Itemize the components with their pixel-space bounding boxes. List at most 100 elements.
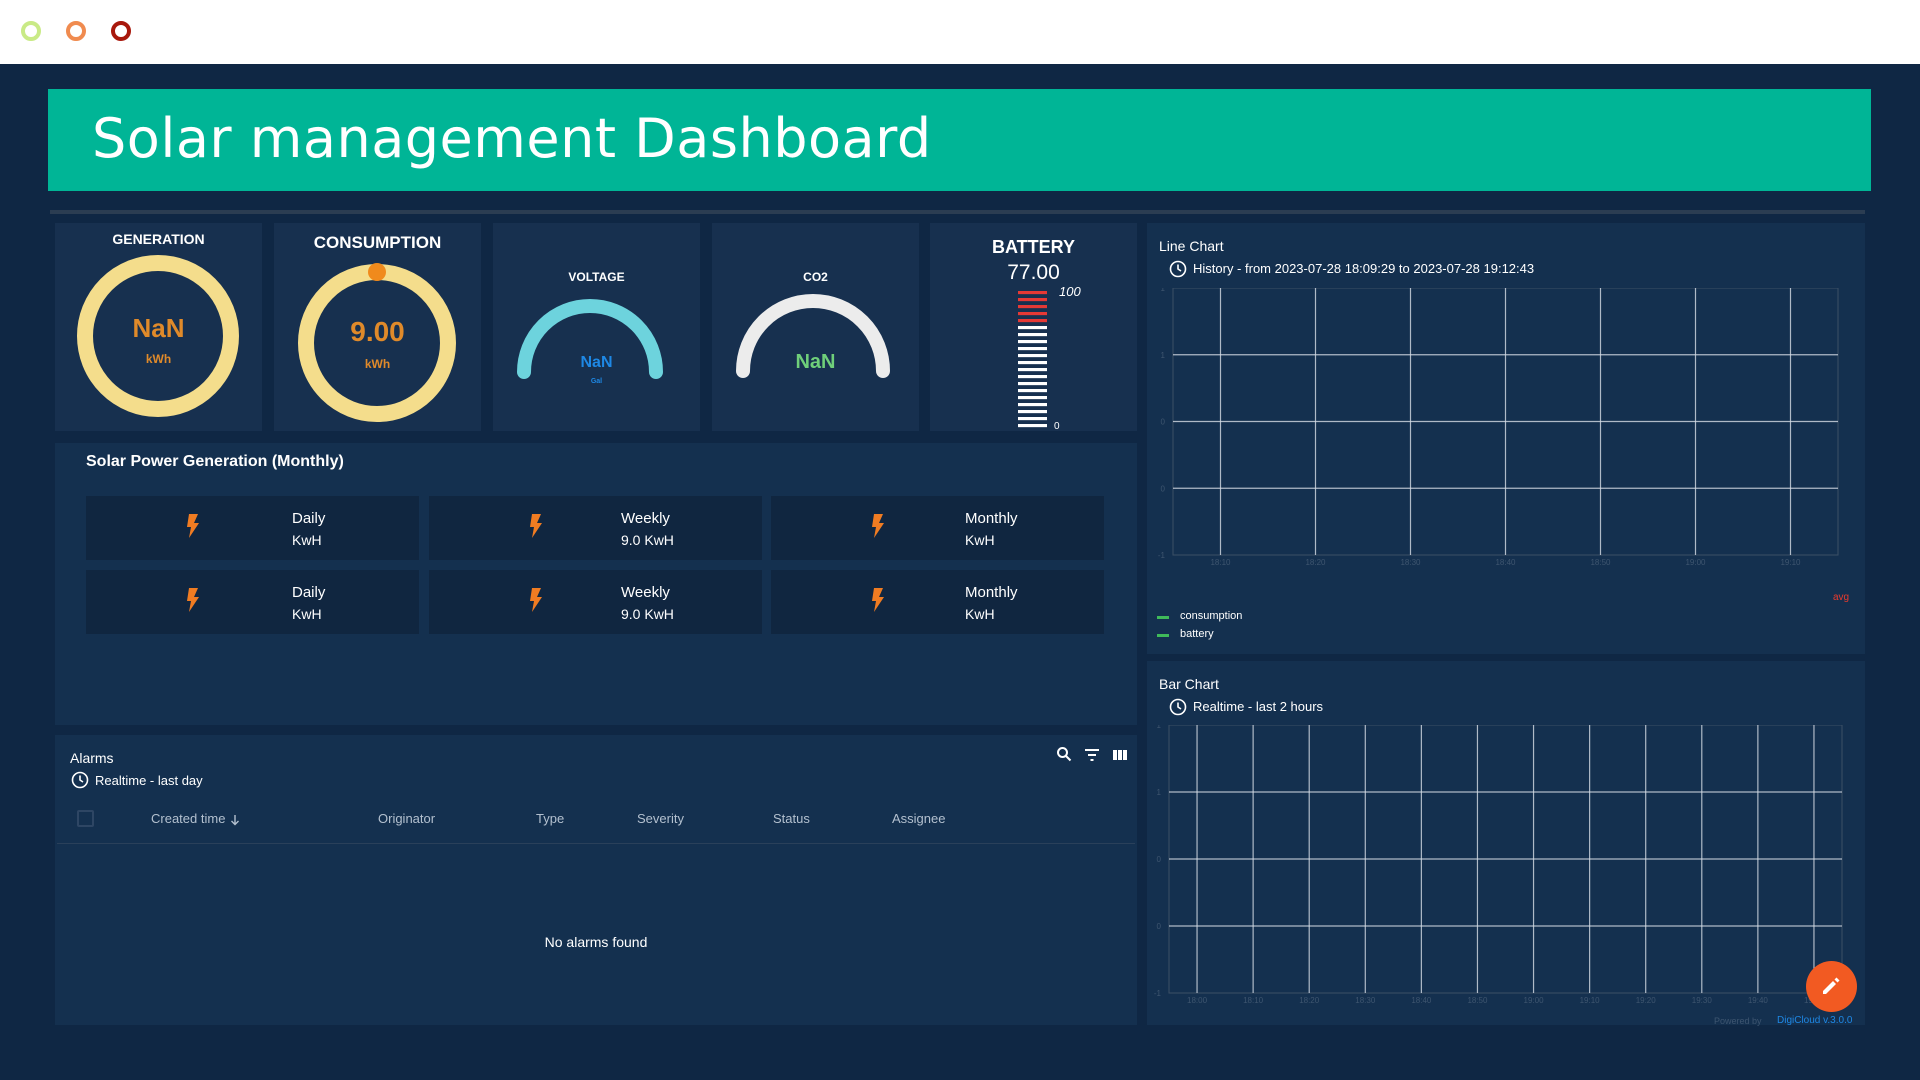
line-chart-panel: Line Chart History - from 2023-07-28 18:…: [1147, 223, 1865, 654]
table-header-divider: [57, 843, 1135, 844]
battery-segment: [1018, 298, 1047, 302]
voltage-value: NaN: [580, 354, 613, 371]
y-tick-label: 1: [1161, 351, 1166, 360]
battery-segment: [1018, 305, 1047, 309]
generation-unit: kWh: [145, 352, 172, 366]
column-type[interactable]: Type: [536, 811, 564, 826]
battery-segment: [1018, 403, 1047, 407]
x-tick-label: 19:10: [1780, 558, 1801, 567]
y-tick-label: 0: [1157, 922, 1162, 931]
column-originator[interactable]: Originator: [378, 811, 435, 826]
footer-powered: Powered by: [1714, 1016, 1762, 1026]
x-tick-label: 18:40: [1411, 996, 1432, 1005]
bolt-icon: [187, 514, 199, 538]
divider: [50, 210, 1865, 214]
filter-icon[interactable]: [1084, 747, 1100, 763]
alarms-title: Alarms: [70, 750, 114, 766]
line-chart-title: Line Chart: [1159, 238, 1224, 254]
bolt-icon: [872, 588, 884, 612]
y-tick-label: 1: [1157, 788, 1162, 797]
x-tick-label: 18:30: [1355, 996, 1376, 1005]
sort-arrow-icon[interactable]: [230, 814, 240, 826]
x-tick-label: 19:00: [1685, 558, 1706, 567]
x-tick-label: 18:50: [1590, 558, 1611, 567]
column-severity[interactable]: Severity: [637, 811, 684, 826]
footer-version[interactable]: DigiCloud v.3.0.0: [1777, 1015, 1852, 1026]
x-tick-label: 18:10: [1210, 558, 1231, 567]
line-chart-plot: 18:10 18:20 18:30 18:40 18:50 19:00 19:10 1 1 0 0 -…: [1158, 288, 1839, 567]
generation-card: GENERATION NaN kWh: [55, 223, 262, 431]
x-tick-label: 18:20: [1305, 558, 1326, 567]
x-tick-label: 18:20: [1299, 996, 1320, 1005]
window-dot-red[interactable]: [111, 21, 131, 41]
legend-battery[interactable]: battery: [1180, 628, 1214, 640]
dashboard-banner: Solar management Dashboard: [48, 89, 1871, 191]
stat-value: KwH: [292, 606, 322, 622]
edit-fab-button[interactable]: [1806, 961, 1857, 1012]
bolt-icon: [872, 514, 884, 538]
window-dot-green[interactable]: [21, 21, 41, 41]
x-tick-label: 19:30: [1692, 996, 1713, 1005]
consumption-card: CONSUMPTION 9.00 kWh: [274, 223, 481, 431]
y-tick-label: 0: [1157, 855, 1162, 864]
battery-segment: [1018, 417, 1047, 421]
battery-segment: [1018, 354, 1047, 358]
consumption-value: 9.00: [350, 316, 405, 347]
stat-card-monthly-1: Monthly KwH: [771, 496, 1104, 560]
voltage-card: VOLTAGE NaN Gal: [493, 223, 700, 431]
legend-consumption[interactable]: consumption: [1180, 610, 1242, 622]
stat-label: Monthly: [965, 584, 1018, 601]
stat-value: KwH: [965, 606, 995, 622]
y-tick-label: -1: [1154, 989, 1162, 998]
legend-swatch-consumption: [1157, 616, 1169, 619]
bar-chart-panel: Bar Chart Realtime - last 2 hours 18:00 1…: [1147, 661, 1865, 1026]
page-title: Solar management Dashboard: [92, 107, 932, 170]
y-tick-label: 0: [1161, 418, 1166, 427]
x-tick-label: 19:20: [1636, 996, 1657, 1005]
battery-segment: [1018, 333, 1047, 337]
x-tick-label: 18:30: [1400, 558, 1421, 567]
x-tick-label: 18:50: [1467, 996, 1488, 1005]
alarms-subtitle: Realtime - last day: [95, 773, 203, 788]
pencil-icon: [1823, 977, 1840, 994]
battery-segment: [1018, 396, 1047, 400]
clock-icon: [71, 771, 89, 789]
consumption-unit: kWh: [364, 357, 391, 371]
x-tick-label: 18:10: [1243, 996, 1264, 1005]
stat-label: Weekly: [621, 510, 670, 527]
stat-card-weekly-1: Weekly 9.0 KwH: [429, 496, 762, 560]
battery-segment: [1018, 326, 1047, 330]
column-assignee[interactable]: Assignee: [892, 811, 945, 826]
battery-segment: [1018, 375, 1047, 379]
stat-card-monthly-2: Monthly KwH: [771, 570, 1104, 634]
stat-value: KwH: [292, 532, 322, 548]
columns-icon[interactable]: [1112, 747, 1128, 763]
column-created-time[interactable]: Created time: [151, 811, 225, 826]
bolt-icon: [530, 588, 542, 612]
stat-card-weekly-2: Weekly 9.0 KwH: [429, 570, 762, 634]
bar-chart-title: Bar Chart: [1159, 676, 1219, 692]
consumption-gauge-marker: [368, 263, 386, 281]
x-tick-label: 19:10: [1580, 996, 1601, 1005]
window-titlebar: [0, 0, 1920, 64]
battery-segment: [1018, 319, 1047, 323]
stat-value: 9.0 KwH: [621, 532, 674, 548]
alarms-empty-text: No alarms found: [544, 934, 648, 950]
y-tick-label: 1: [1161, 288, 1166, 293]
battery-level-bars: [1018, 291, 1047, 428]
co2-gauge: [736, 294, 890, 378]
window-dot-orange[interactable]: [66, 21, 86, 41]
stat-label: Monthly: [965, 510, 1018, 527]
battery-segment: [1018, 368, 1047, 372]
stat-card-daily-2: Daily KwH: [86, 570, 419, 634]
select-all-checkbox[interactable]: [77, 810, 94, 827]
stat-value: KwH: [965, 532, 995, 548]
stat-label: Daily: [292, 510, 326, 527]
y-tick-label: 0: [1161, 484, 1166, 493]
battery-segment: [1018, 347, 1047, 351]
search-icon[interactable]: [1056, 746, 1072, 762]
column-status[interactable]: Status: [773, 811, 810, 826]
stat-value: 9.0 KwH: [621, 606, 674, 622]
y-tick-label: 1: [1157, 725, 1162, 730]
y-tick-label: -1: [1158, 551, 1166, 560]
